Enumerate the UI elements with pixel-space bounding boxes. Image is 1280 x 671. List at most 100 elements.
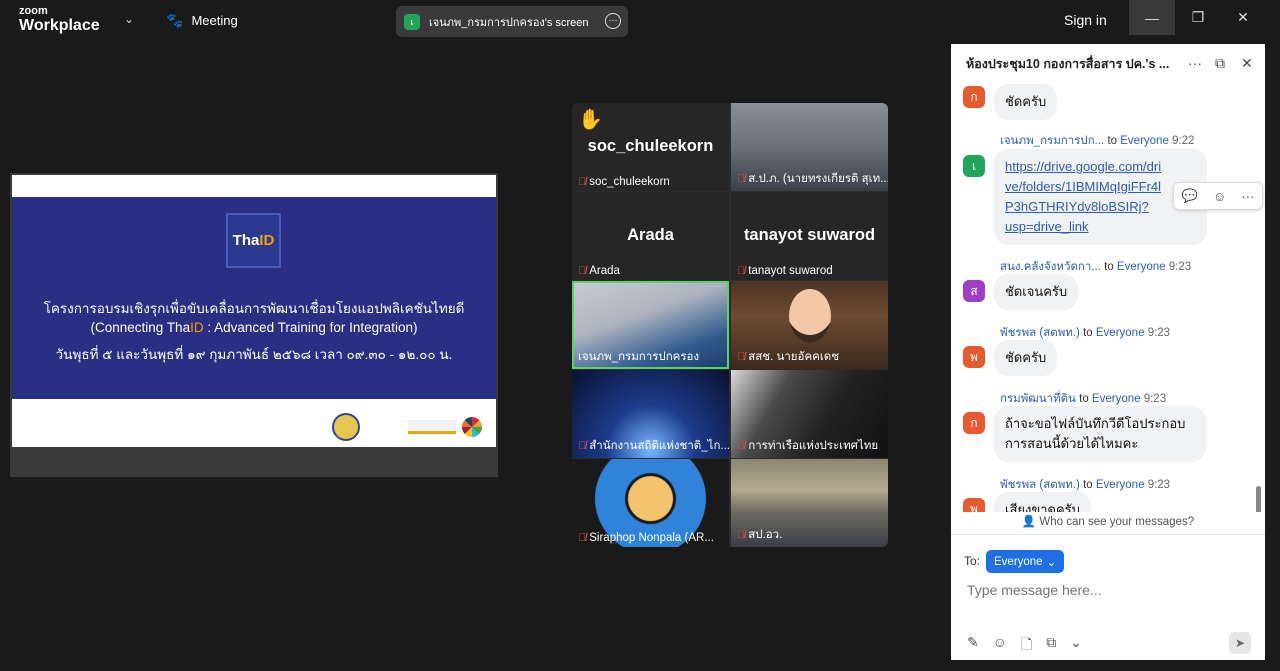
message-bubble: ชัดครับ <box>994 84 1058 120</box>
raised-hand-icon: ✋ <box>578 109 603 131</box>
muted-mic-icon: 🎙̸ <box>737 265 746 277</box>
muted-mic-icon: 🎙̸ <box>578 176 587 188</box>
chat-title: ห้องประชุม10 กองการสื่อสาร ปค.'s ... <box>966 57 1170 71</box>
seal-logo <box>332 413 360 441</box>
message-bubble: ถ้าจะขอไฟล์บันทึกวีดีโอประกอบ การสอนนี้ด… <box>994 406 1206 462</box>
muted-mic-icon: 🎙̸ <box>737 351 746 363</box>
emoji-icon[interactable]: ☺ <box>1213 189 1226 204</box>
slide-title-line2: (Connecting ThaID : Advanced Training fo… <box>90 320 418 335</box>
participant-name: 🎙̸ tanayot suwarod <box>737 265 833 277</box>
file-icon[interactable]: 🗋 <box>1021 634 1032 658</box>
top-bar: zoom Workplace ⌄ 🐾 Meeting เ เจนภพ_กรมกา… <box>0 0 1280 40</box>
more-icon[interactable]: ··· <box>1188 55 1202 71</box>
participant-name: 🎙̸ soc_chuleekorn <box>578 176 670 188</box>
share-label: เจนภพ_กรมการปกครอง's screen <box>429 16 589 29</box>
screen-share-indicator[interactable]: เ เจนภพ_กรมการปกครอง's screen ··· <box>396 6 628 37</box>
muted-mic-icon: 🎙̸ <box>578 265 587 277</box>
slide-header-strip <box>12 175 496 197</box>
maximize-icon[interactable]: ❐ <box>1175 0 1221 35</box>
participant-display-name: Arada <box>627 226 674 244</box>
participant-name: 🎙̸ Siraphop Nonpala (AR... <box>578 532 714 544</box>
chat-toolbar: ✎ ☺ 🗋 ⧉ ⌄ <box>967 634 1082 658</box>
pop-out-icon[interactable]: ⧉ <box>1215 55 1225 72</box>
sdg-wheel-logo <box>462 417 482 437</box>
message-bubble: ชัดครับ <box>994 340 1058 376</box>
participant-gallery: ✋ soc_chuleekorn 🎙̸ soc_chuleekorn 🎙̸ ส.ป.… <box>572 103 888 547</box>
chevron-down-icon[interactable]: ⌄ <box>1070 634 1082 658</box>
message-meta: เจนภพ_กรมการปก... to Everyone 9:22 <box>1000 135 1195 147</box>
partner-logo <box>408 420 456 434</box>
close-icon[interactable]: ✕ <box>1220 0 1266 35</box>
divider <box>951 534 1265 535</box>
person-icon: 👤 <box>1021 516 1037 528</box>
message-bubble: ชัดเจนครับ <box>994 274 1079 310</box>
more-options-icon[interactable]: ··· <box>605 13 621 29</box>
muted-mic-icon: 🎙̸ <box>737 440 746 452</box>
paw-icon: 🐾 <box>166 12 184 28</box>
muted-mic-icon: 🎙̸ <box>737 529 746 541</box>
zoom-logo[interactable]: zoom Workplace <box>19 6 100 34</box>
drive-link[interactable]: ve/folders/1IBMIMqIgiFFr4l <box>1005 177 1196 197</box>
recipient-dropdown[interactable]: Everyone ⌄ <box>986 550 1065 573</box>
participant-name: 🎙̸ สสช. นายอัคคเดช <box>737 351 840 363</box>
participant-tile[interactable]: ✋ soc_chuleekorn 🎙̸ soc_chuleekorn <box>572 103 729 191</box>
reply-icon[interactable]: 💬 <box>1182 188 1198 204</box>
participant-name: 🎙̸ Arada <box>578 265 620 277</box>
format-icon[interactable]: ✎ <box>967 634 979 658</box>
participant-tile-active-speaker[interactable]: เจนภพ_กรมการปกครอง <box>572 281 729 369</box>
sign-in-button[interactable]: Sign in <box>1064 12 1107 28</box>
participant-name: เจนภพ_กรมการปกครอง <box>578 351 700 363</box>
to-label: To: <box>964 554 981 568</box>
avatar <box>789 289 831 343</box>
message-input[interactable] <box>967 582 1247 598</box>
chat-scrollbar[interactable] <box>1256 486 1261 512</box>
participant-tile[interactable]: tanayot suwarod 🎙̸ tanayot suwarod <box>731 192 888 280</box>
muted-mic-icon: 🎙̸ <box>578 440 587 452</box>
muted-mic-icon: 🎙̸ <box>737 173 746 185</box>
avatar: พ <box>963 346 985 368</box>
who-can-see-link[interactable]: 👤 Who can see your messages? <box>951 514 1265 528</box>
participant-name: 🎙̸ การท่าเรือแห่งประเทศไทย <box>737 440 879 452</box>
drive-link[interactable]: https://drive.google.com/dri <box>1005 157 1196 177</box>
close-chat-icon[interactable]: ✕ <box>1241 55 1253 72</box>
participant-tile[interactable]: 🎙̸ สป.อว. <box>731 459 888 547</box>
chat-messages: ก ชัดครับ เจนภพ_กรมการปก... to Everyone … <box>951 84 1265 512</box>
participant-tile[interactable]: 🎙̸ Siraphop Nonpala (AR... <box>572 459 729 547</box>
participant-tile[interactable]: 🎙̸ สสช. นายอัคคเดช <box>731 281 888 369</box>
minimize-icon[interactable]: — <box>1129 0 1175 35</box>
meeting-button[interactable]: 🐾 Meeting <box>166 12 238 29</box>
charge-for-good-logo <box>366 418 402 436</box>
more-icon[interactable]: ··· <box>1241 189 1254 204</box>
chevron-down-icon[interactable]: ⌄ <box>124 12 134 26</box>
drive-link[interactable]: P3hGTHRIYdv8loBSIRj? <box>1005 197 1196 217</box>
sponsor-logos <box>332 413 482 441</box>
chat-panel: ห้องประชุม10 กองการสื่อสาร ปค.'s ... ···… <box>951 44 1265 660</box>
chat-header: ห้องประชุม10 กองการสื่อสาร ปค.'s ... ···… <box>951 44 1265 84</box>
participant-name: 🎙̸ สำนักงานสถิติแห่งชาติ_ไก... <box>578 440 729 452</box>
avatar: ก <box>963 86 985 108</box>
participant-tile[interactable]: 🎙̸ สำนักงานสถิติแห่งชาติ_ไก... <box>572 370 729 458</box>
muted-mic-icon: 🎙̸ <box>578 532 587 544</box>
slide-title-line1: โครงการอบรมเชิงรุกเพื่อขับเคลื่อนการพัฒน… <box>43 301 465 316</box>
send-button[interactable]: ➤ <box>1229 632 1251 654</box>
participant-tile[interactable]: Arada 🎙̸ Arada <box>572 192 729 280</box>
sharer-avatar: เ <box>404 13 420 30</box>
logo-line2: Workplace <box>19 17 100 34</box>
screenshot-icon[interactable]: ⧉ <box>1046 634 1056 658</box>
message-bubble: เสียงขาดครับ <box>994 492 1091 512</box>
avatar: เ <box>963 155 985 177</box>
message-hover-actions: 💬 ☺ ··· <box>1173 182 1263 210</box>
participant-name: 🎙̸ สป.อว. <box>737 529 783 541</box>
drive-link[interactable]: usp=drive_link <box>1005 217 1196 237</box>
participant-tile[interactable]: 🎙̸ การท่าเรือแห่งประเทศไทย <box>731 370 888 458</box>
participant-display-name: soc_chuleekorn <box>587 137 714 155</box>
avatar: ก <box>963 412 985 434</box>
slide-title-line3: วันพุธที่ ๕ และวันพุธที่ ๑๙ กุมภาพันธ์ ๒… <box>55 347 453 362</box>
participant-name: 🎙̸ ส.ป.ภ. (นายทรงเกียรติ สุเท... <box>737 173 888 185</box>
avatar: ส <box>963 280 985 302</box>
meeting-label: Meeting <box>191 13 238 28</box>
emoji-icon[interactable]: ☺ <box>993 634 1007 658</box>
logo-line1: zoom <box>19 5 48 17</box>
participant-display-name: tanayot suwarod <box>743 226 876 244</box>
participant-tile[interactable]: 🎙̸ ส.ป.ภ. (นายทรงเกียรติ สุเท... <box>731 103 888 191</box>
